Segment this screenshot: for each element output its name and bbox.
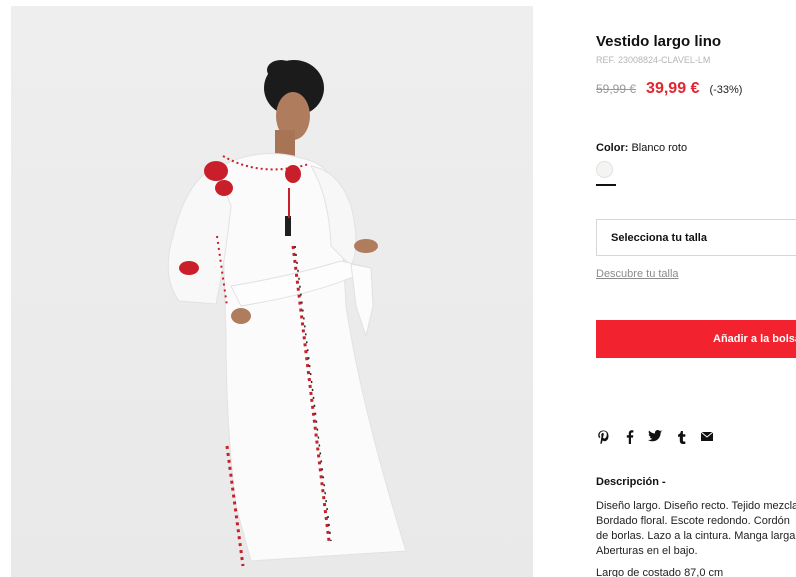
pinterest-icon[interactable]	[596, 430, 610, 445]
product-info-panel: Vestido largo lino REF. 23008824-CLAVEL-…	[596, 0, 796, 577]
product-reference: REF. 23008824-CLAVEL-LM	[596, 55, 711, 65]
selected-swatch-indicator	[596, 184, 616, 186]
description-line: Diseño largo. Diseño recto. Tejido mezcl…	[596, 500, 796, 512]
description-measure: Largo de costado 87,0 cm	[596, 567, 724, 577]
color-label-row: Color: Blanco roto	[596, 142, 687, 154]
twitter-icon[interactable]	[648, 430, 662, 444]
product-photo[interactable]	[11, 6, 533, 577]
add-to-bag-button[interactable]: Añadir a la bolsa	[596, 320, 796, 358]
size-select[interactable]: Selecciona tu talla	[596, 219, 796, 256]
color-label: Color:	[596, 142, 629, 154]
model-wearing-dress-image	[167, 60, 407, 567]
description-line: Bordado floral. Escote redondo. Cordón	[596, 515, 790, 527]
color-value: Blanco roto	[631, 142, 688, 154]
add-to-bag-label: Añadir a la bolsa	[713, 333, 796, 345]
sale-price: 39,99 €	[646, 80, 700, 97]
product-page: Vestido largo lino REF. 23008824-CLAVEL-…	[0, 0, 796, 577]
description-title[interactable]: Descripción -	[596, 476, 666, 488]
tumblr-icon[interactable]	[674, 430, 688, 444]
description-body: Diseño largo. Diseño recto. Tejido mezcl…	[596, 499, 796, 559]
price-row: 59,99 € 39,99 € (-33%)	[596, 80, 742, 98]
share-icons	[596, 430, 714, 445]
description-line: Aberturas en el bajo.	[596, 545, 698, 557]
discount-percent: (-33%)	[709, 84, 743, 96]
size-guide-link[interactable]: Descubre tu talla	[596, 268, 679, 280]
description-line: de borlas. Lazo a la cintura. Manga larg…	[596, 530, 796, 542]
color-swatch-blanco-roto[interactable]	[596, 161, 613, 178]
original-price: 59,99 €	[596, 82, 637, 96]
email-icon[interactable]	[700, 430, 714, 444]
facebook-icon[interactable]	[622, 430, 636, 444]
product-title: Vestido largo lino	[596, 33, 722, 50]
size-select-label: Selecciona tu talla	[611, 231, 707, 244]
